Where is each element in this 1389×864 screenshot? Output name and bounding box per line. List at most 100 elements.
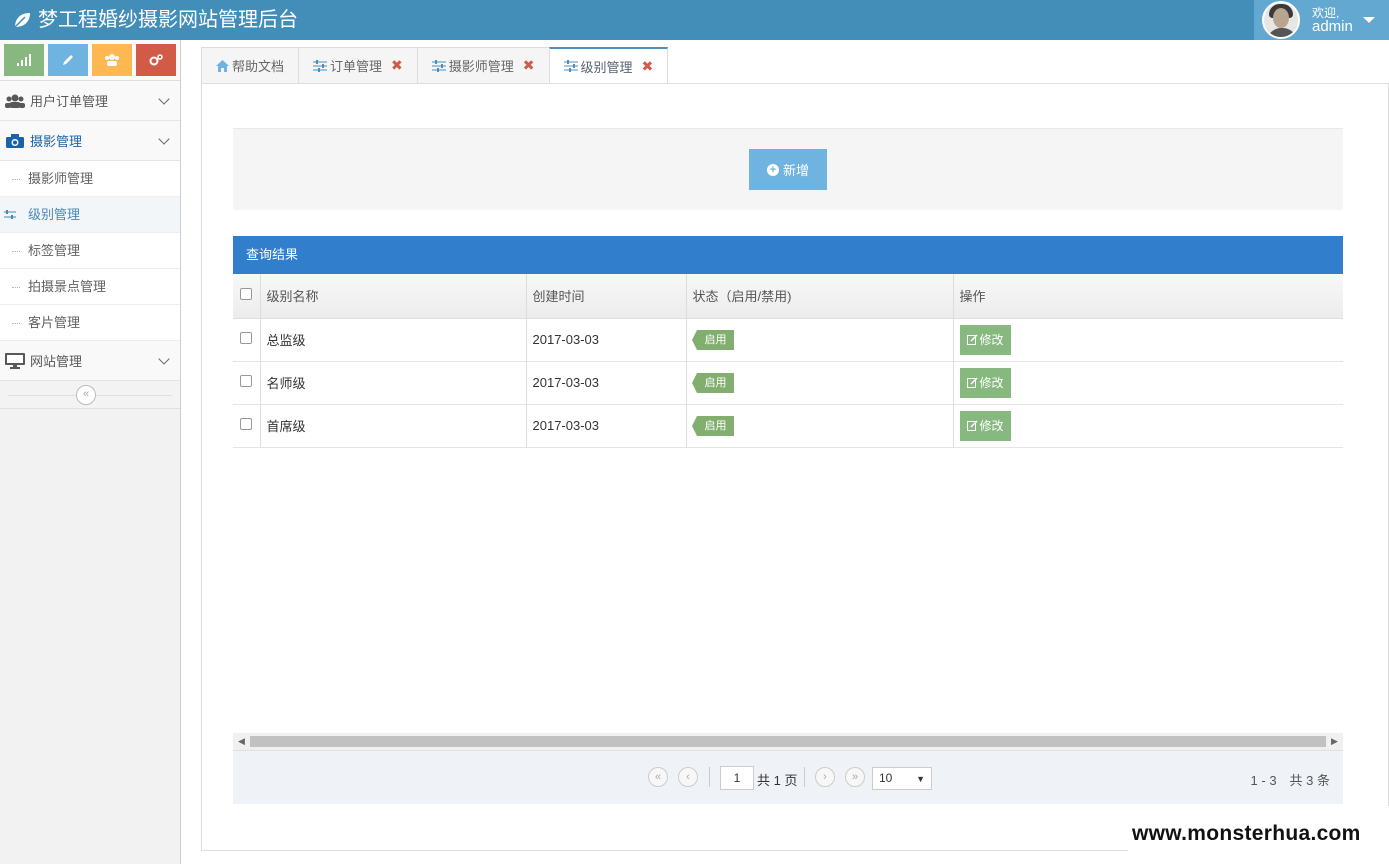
pager-separator (804, 767, 805, 787)
edit-button[interactable]: 修改 (959, 410, 1011, 441)
table-row[interactable]: 首席级 2017-03-03 启用 修改 (233, 404, 1343, 448)
tab-orders[interactable]: 订单管理 ✖ (298, 47, 417, 84)
nav-photography[interactable]: 摄影管理 (0, 121, 180, 161)
row-select-cell (233, 361, 261, 405)
table-row[interactable]: 名师级 2017-03-03 启用 修改 (233, 361, 1343, 405)
horizontal-scrollbar[interactable]: ◀ ▶ (233, 733, 1343, 750)
level-name-cell: 总监级 (260, 318, 527, 362)
edit-label: 修改 (979, 419, 1004, 433)
page-size-select[interactable]: 10 ▼ (872, 767, 932, 790)
avatar (1262, 1, 1300, 39)
sidebar-item-photographer[interactable]: 摄影师管理 (0, 161, 180, 197)
nav-label: 用户订单管理 (30, 94, 109, 109)
row-checkbox[interactable] (240, 332, 252, 344)
tab-label: 级别管理 (580, 59, 633, 75)
user-menu[interactable]: 欢迎, admin (1254, 0, 1389, 40)
shortcut-signal-button[interactable] (4, 44, 44, 76)
shortcut-bar (0, 40, 180, 81)
col-level-name[interactable]: 级别名称 (260, 274, 527, 319)
status-cell: 启用 (686, 361, 954, 405)
home-icon (216, 59, 229, 72)
tab-label: 帮助文档 (232, 59, 285, 74)
table-header-row: 级别名称 创建时间 状态（启用/禁用) 操作 (233, 274, 1343, 319)
cogs-icon (149, 54, 163, 66)
tab-label: 订单管理 (330, 59, 383, 74)
pagination-bar: « ‹ 1 共 1 页 › » 10 ▼ 1 - 3 共 3 条 (233, 750, 1343, 804)
close-icon[interactable]: ✖ (642, 58, 654, 75)
next-page-icon[interactable]: › (815, 767, 835, 787)
created-cell: 2017-03-03 (526, 404, 687, 448)
action-cell: 修改 (953, 404, 1343, 448)
level-name-cell: 首席级 (260, 404, 527, 448)
plus-circle-icon: + (766, 163, 779, 176)
total-pages-text: 共 1 页 (757, 773, 798, 788)
row-select-cell (233, 318, 261, 362)
status-cell: 启用 (686, 404, 954, 448)
app-brand[interactable]: 梦工程婚纱摄影网站管理后台 (12, 0, 298, 40)
edit-button[interactable]: 修改 (959, 324, 1011, 355)
double-chevron-left-icon[interactable]: « (76, 385, 96, 405)
sidebar-item-locations[interactable]: 拍摄景点管理 (0, 269, 180, 305)
created-cell: 2017-03-03 (526, 361, 687, 405)
caret-down-icon[interactable] (1362, 17, 1375, 23)
tab-levels[interactable]: 级别管理 ✖ (548, 47, 669, 84)
pencil-icon (63, 55, 73, 65)
sidebar-item-level[interactable]: 级别管理 (0, 197, 180, 233)
watermark-text: www.monsterhua.com (1132, 822, 1361, 845)
users-icon (4, 92, 26, 110)
top-navbar: 梦工程婚纱摄影网站管理后台 欢迎, admin (0, 0, 1389, 40)
page-number-input[interactable]: 1 (720, 766, 754, 790)
row-checkbox[interactable] (240, 375, 252, 387)
row-select-cell (233, 404, 261, 448)
last-page-icon[interactable]: » (845, 767, 865, 787)
sidebar-item-label: 标签管理 (28, 243, 81, 258)
scroll-left-icon[interactable]: ◀ (233, 733, 250, 750)
first-page-icon[interactable]: « (648, 767, 668, 787)
sliders-icon (4, 210, 16, 219)
scroll-right-icon[interactable]: ▶ (1326, 733, 1343, 750)
desktop-icon (4, 352, 26, 370)
sidebar-item-tags[interactable]: 标签管理 (0, 233, 180, 269)
nav-user-orders[interactable]: 用户订单管理 (0, 81, 180, 121)
row-checkbox[interactable] (240, 418, 252, 430)
nav-website[interactable]: 网站管理 (0, 341, 180, 381)
add-button[interactable]: + 新增 (749, 149, 827, 190)
table-row[interactable]: 总监级 2017-03-03 启用 修改 (233, 318, 1343, 362)
shortcut-cogs-button[interactable] (136, 44, 176, 76)
signal-icon (17, 54, 31, 66)
sidebar-item-label: 客片管理 (28, 315, 81, 330)
status-badge: 启用 (691, 372, 734, 393)
level-name-cell: 名师级 (260, 361, 527, 405)
sidebar-collapse-bar: « (0, 381, 180, 409)
photography-submenu: 摄影师管理 级别管理 标签管理 拍摄景点管理 客片管理 (0, 161, 180, 341)
toolbar: + 新增 (233, 128, 1343, 210)
shortcut-pencil-button[interactable] (48, 44, 88, 76)
tab-photographers[interactable]: 摄影师管理 ✖ (416, 47, 549, 84)
app-title: 梦工程婚纱摄影网站管理后台 (38, 9, 298, 31)
users-icon (105, 54, 119, 66)
scrollbar-thumb[interactable] (250, 736, 1326, 747)
sliders-icon (431, 59, 446, 72)
edit-icon (966, 420, 978, 431)
col-created[interactable]: 创建时间 (526, 274, 687, 319)
status-badge: 启用 (691, 329, 734, 350)
close-icon[interactable]: ✖ (523, 57, 535, 74)
pager-separator (709, 767, 710, 787)
grid-title: 查询结果 (233, 236, 1343, 274)
sidebar-item-label: 摄影师管理 (28, 171, 94, 186)
col-status[interactable]: 状态（启用/禁用) (686, 274, 954, 319)
select-all-checkbox[interactable] (240, 288, 252, 301)
tab-label: 摄影师管理 (448, 59, 514, 74)
sidebar-item-label: 级别管理 (28, 207, 81, 222)
action-cell: 修改 (953, 361, 1343, 405)
chevron-down-icon (158, 93, 170, 105)
shortcut-users-button[interactable] (92, 44, 132, 76)
edit-button[interactable]: 修改 (959, 367, 1011, 398)
tab-help[interactable]: 帮助文档 (201, 47, 299, 84)
chevron-down-icon (158, 353, 170, 365)
close-icon[interactable]: ✖ (391, 57, 403, 74)
camera-icon (4, 132, 26, 150)
results-table: 级别名称 创建时间 状态（启用/禁用) 操作 总监级 2017-03-03 启用… (233, 274, 1343, 448)
prev-page-icon[interactable]: ‹ (678, 767, 698, 787)
sidebar-item-client-photos[interactable]: 客片管理 (0, 305, 180, 341)
